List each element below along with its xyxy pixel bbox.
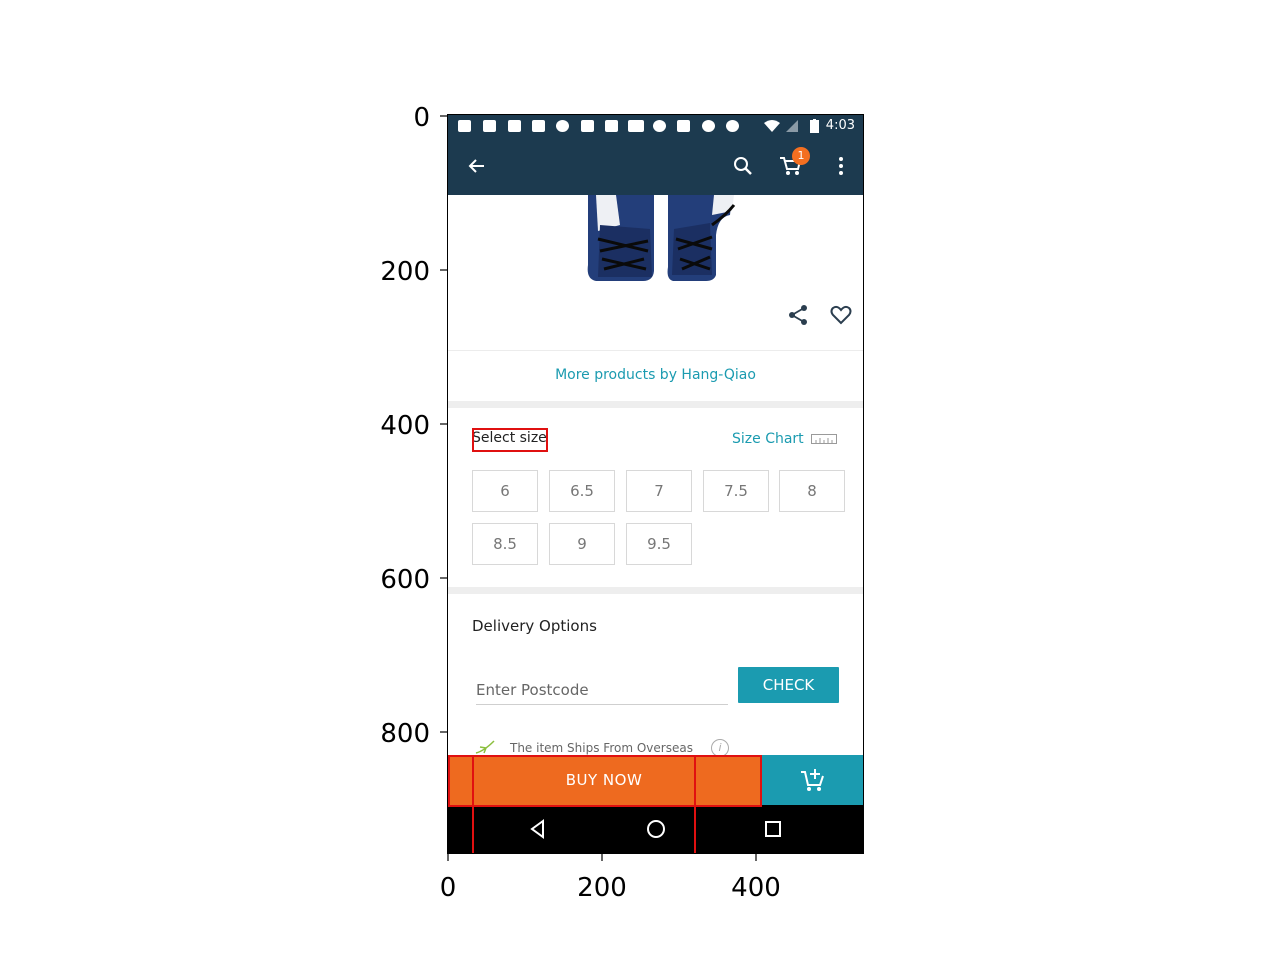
status-bar: 4:03 xyxy=(448,115,863,137)
system-nav-bar xyxy=(448,805,863,853)
product-image[interactable] xyxy=(448,195,863,381)
bottom-action-bar: BUY NOW xyxy=(448,755,863,805)
shoes-image xyxy=(587,195,736,281)
notification-icon xyxy=(677,120,690,132)
check-button[interactable]: CHECK xyxy=(738,667,839,703)
size-option[interactable]: 8 xyxy=(779,470,845,512)
size-option[interactable]: 9.5 xyxy=(626,523,692,565)
notification-icon xyxy=(483,120,496,132)
select-size-label: Select size xyxy=(472,430,547,446)
delivery-options-title: Delivery Options xyxy=(472,617,597,635)
cart-icon[interactable]: 1 xyxy=(776,147,810,181)
more-products-link[interactable]: More products by Hang-Qiao xyxy=(448,367,863,383)
section-separator xyxy=(448,401,863,408)
y-tick-label: 600 xyxy=(380,565,430,595)
size-option[interactable]: 7.5 xyxy=(703,470,769,512)
notification-icon xyxy=(508,120,521,132)
y-tick-label: 400 xyxy=(380,411,430,441)
battery-icon xyxy=(810,119,819,133)
size-option[interactable]: 9 xyxy=(549,523,615,565)
x-tick-label: 0 xyxy=(440,873,457,903)
wifi-icon xyxy=(764,120,780,132)
notification-icon xyxy=(628,120,644,132)
cart-count-badge: 1 xyxy=(792,147,810,165)
nav-home-icon[interactable] xyxy=(644,817,668,841)
section-separator xyxy=(448,587,863,594)
share-icon[interactable] xyxy=(786,303,810,327)
no-signal-icon xyxy=(786,120,798,132)
airplane-icon xyxy=(475,740,495,754)
notification-icon xyxy=(605,120,618,132)
x-tick-label: 200 xyxy=(577,873,627,903)
notification-icon xyxy=(458,120,471,132)
more-vertical-icon[interactable] xyxy=(826,151,856,181)
notification-icon xyxy=(532,120,545,132)
size-option[interactable]: 6.5 xyxy=(549,470,615,512)
heart-icon[interactable] xyxy=(829,303,853,327)
app-bar: 1 xyxy=(448,137,863,195)
search-icon[interactable] xyxy=(728,151,758,181)
ruler-icon[interactable] xyxy=(811,434,837,444)
notification-icon xyxy=(581,120,594,132)
notification-icon xyxy=(702,120,715,132)
nav-recents-icon[interactable] xyxy=(761,817,785,841)
y-tick-label: 0 xyxy=(413,103,430,133)
divider xyxy=(448,350,863,351)
size-chart-link[interactable]: Size Chart xyxy=(732,431,804,447)
size-option[interactable]: 6 xyxy=(472,470,538,512)
size-option[interactable]: 8.5 xyxy=(472,523,538,565)
buy-now-button[interactable]: BUY NOW xyxy=(448,755,760,805)
status-time: 4:03 xyxy=(825,118,855,133)
notification-icon xyxy=(726,120,739,132)
arrow-left-icon[interactable] xyxy=(462,151,492,181)
overseas-shipping-note: The item Ships From Overseas xyxy=(510,741,693,755)
phone-screen: 4:03 1 More products by Hang-Qiao Select… xyxy=(448,115,863,853)
notification-icon xyxy=(653,120,666,132)
postcode-input[interactable] xyxy=(476,676,728,705)
notification-icon xyxy=(556,120,569,132)
nav-back-icon[interactable] xyxy=(526,817,550,841)
y-tick-label: 200 xyxy=(380,257,430,287)
x-tick-label: 400 xyxy=(731,873,781,903)
size-option[interactable]: 7 xyxy=(626,470,692,512)
y-tick-label: 800 xyxy=(380,719,430,749)
add-to-cart-icon[interactable] xyxy=(760,755,863,805)
